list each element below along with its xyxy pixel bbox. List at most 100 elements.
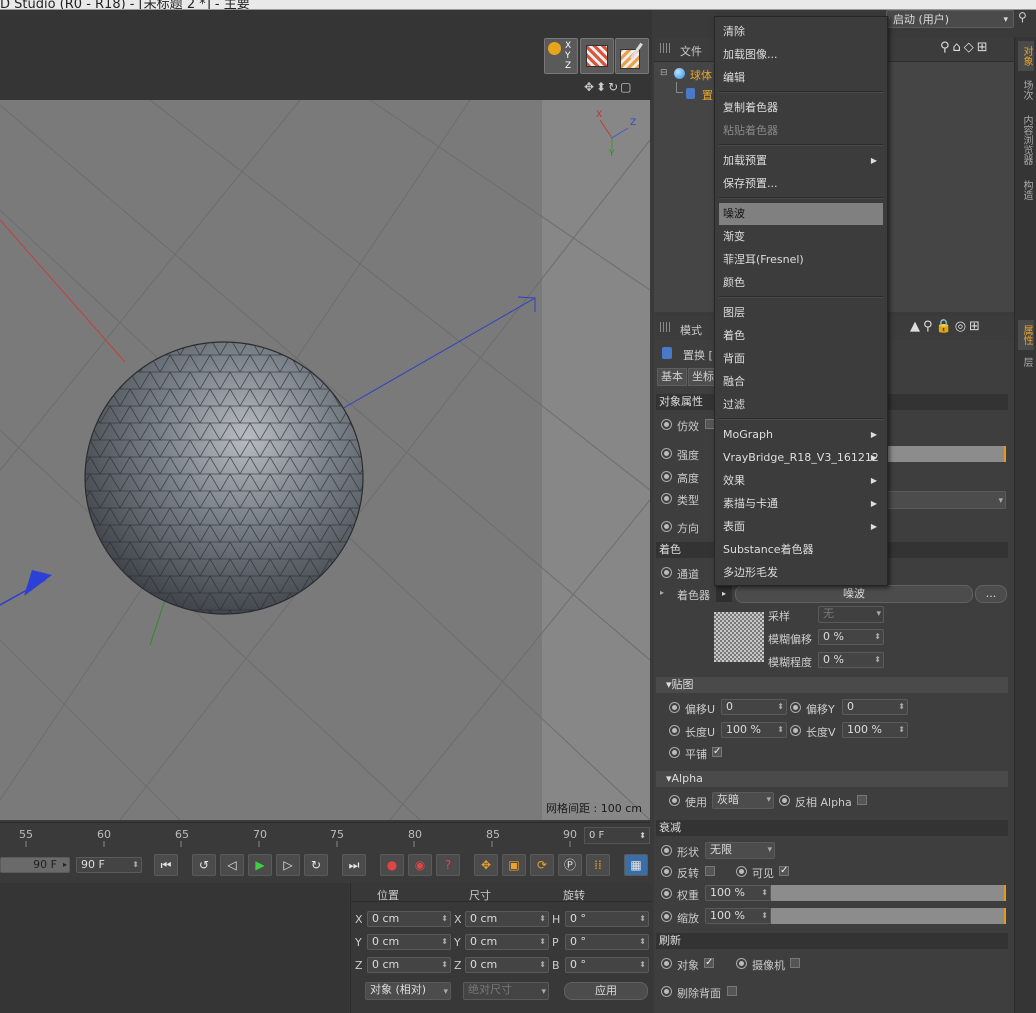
imitate-anim-dot[interactable] bbox=[661, 419, 672, 430]
backface-anim-dot[interactable] bbox=[661, 986, 672, 997]
scale-anim-dot[interactable] bbox=[661, 911, 672, 922]
menu-item-gradient[interactable]: 渐变 bbox=[719, 226, 883, 248]
offset-v-field[interactable]: 0 ⬍ bbox=[842, 699, 908, 715]
offset-v-anim-dot[interactable] bbox=[790, 702, 801, 713]
menu-item-sketch-toon[interactable]: 素描与卡通 ▶ bbox=[719, 493, 883, 515]
apply-button[interactable]: 应用 bbox=[564, 982, 648, 1000]
scale-key-icon[interactable]: ▣ bbox=[502, 854, 526, 876]
side-tab-content-browser[interactable]: 内容浏览器 bbox=[1018, 109, 1034, 171]
menu-item-mograph[interactable]: MoGraph ▶ bbox=[719, 424, 883, 446]
rotate-key-icon[interactable]: ⟳ bbox=[530, 854, 554, 876]
menu-item-poly-hair[interactable]: 多边形毛发 bbox=[719, 562, 883, 584]
invert-alpha-anim-dot[interactable] bbox=[779, 795, 790, 806]
menu-item-color[interactable]: 颜色 bbox=[719, 272, 883, 294]
menu-item-fusion[interactable]: 融合 bbox=[719, 371, 883, 393]
menu-item-filter[interactable]: 过滤 bbox=[719, 394, 883, 416]
scale-slider[interactable] bbox=[771, 908, 1006, 924]
side-tab-structure[interactable]: 构造 bbox=[1018, 175, 1034, 205]
shape-anim-dot[interactable] bbox=[661, 845, 672, 856]
end-frame-field[interactable]: 90 F ⬍ bbox=[76, 857, 142, 873]
direction-anim-dot[interactable] bbox=[661, 521, 672, 532]
play-button[interactable]: ▶ bbox=[248, 854, 272, 876]
record-key-icon[interactable]: ● bbox=[380, 854, 404, 876]
shader-button[interactable]: 噪波 bbox=[735, 585, 973, 603]
shader-more-button[interactable]: ... bbox=[975, 585, 1007, 603]
keyframe-selection-icon[interactable]: ? bbox=[436, 854, 460, 876]
menu-item-edit[interactable]: 编辑 bbox=[719, 67, 883, 89]
timeline-ruler[interactable]: 55 60 65 70 75 80 85 90 bbox=[0, 822, 650, 847]
om-toolbar-icons[interactable]: ⚲⌂◇⊞ bbox=[940, 40, 991, 55]
menu-item-fresnel[interactable]: 菲涅耳(Fresnel) bbox=[719, 249, 883, 271]
menu-item-save-preset[interactable]: 保存预置... bbox=[719, 173, 883, 195]
menu-file[interactable]: 文件 bbox=[680, 43, 702, 59]
search-icon[interactable]: ⚲ bbox=[1018, 10, 1036, 28]
use-anim-dot[interactable] bbox=[669, 795, 680, 806]
blur-scale-field[interactable]: 0 % ⬍ bbox=[818, 652, 884, 668]
weight-field[interactable]: 100 % ⬍ bbox=[705, 885, 771, 901]
length-u-field[interactable]: 100 % ⬍ bbox=[721, 722, 787, 738]
rot-p-field[interactable]: 0 ° ⬍ bbox=[565, 934, 649, 950]
strength-slider[interactable] bbox=[884, 446, 1006, 462]
menu-item-load-image[interactable]: 加载图像... bbox=[719, 44, 883, 66]
menu-item-noise[interactable]: 噪波 bbox=[719, 203, 883, 225]
menu-item-vraybridge[interactable]: VrayBridge_R18_V3_161212 ▶ bbox=[719, 447, 883, 469]
current-frame-field[interactable]: 0 F ⬍ bbox=[584, 827, 650, 844]
backface-checkbox[interactable] bbox=[727, 986, 737, 996]
scale-field[interactable]: 100 % ⬍ bbox=[705, 908, 771, 924]
texture-paint-icon[interactable] bbox=[615, 38, 649, 74]
size-z-field[interactable]: 0 cm ⬍ bbox=[465, 957, 549, 973]
side-tab-attributes[interactable]: 属性 bbox=[1018, 320, 1034, 350]
goto-start-button[interactable]: ⏮ bbox=[154, 854, 178, 876]
prev-key-button[interactable]: ↺ bbox=[192, 854, 216, 876]
menu-item-effects[interactable]: 效果 ▶ bbox=[719, 470, 883, 492]
next-key-button[interactable]: ↻ bbox=[304, 854, 328, 876]
menu-item-colorizer[interactable]: 着色 bbox=[719, 325, 883, 347]
goto-end-button[interactable]: ⏭ bbox=[342, 854, 366, 876]
visible-anim-dot[interactable] bbox=[736, 866, 747, 877]
move-key-icon[interactable]: ✥ bbox=[474, 854, 498, 876]
section-mapping[interactable]: ▾贴图 bbox=[656, 677, 1008, 693]
am-toolbar-icons[interactable]: ▲⚲🔒◎⊞ bbox=[910, 319, 983, 334]
tab-basic[interactable]: 基本 bbox=[657, 368, 687, 386]
menu-mode[interactable]: 模式 bbox=[680, 322, 702, 338]
timeline-icon[interactable]: ▦ bbox=[624, 854, 648, 876]
layout-select[interactable]: 启动 (用户) ▾ bbox=[886, 10, 1014, 28]
refresh-object-anim-dot[interactable] bbox=[661, 958, 672, 969]
pos-x-field[interactable]: 0 cm ⬍ bbox=[367, 911, 451, 927]
texture-mode-icon[interactable] bbox=[580, 38, 614, 74]
menu-item-copy-shader[interactable]: 复制着色器 bbox=[719, 97, 883, 119]
length-v-anim-dot[interactable] bbox=[790, 725, 801, 736]
refresh-object-checkbox[interactable]: ✓ bbox=[704, 958, 714, 968]
refresh-camera-checkbox[interactable] bbox=[790, 958, 800, 968]
type-select[interactable]: ▾ bbox=[884, 491, 1006, 509]
menu-item-substance[interactable]: Substance着色器 bbox=[719, 539, 883, 561]
section-alpha[interactable]: ▾Alpha bbox=[656, 771, 1008, 787]
object-sphere[interactable]: 球体 bbox=[690, 67, 712, 83]
invert-anim-dot[interactable] bbox=[661, 866, 672, 877]
next-frame-button[interactable]: ▷ bbox=[276, 854, 300, 876]
side-tab-layers[interactable]: 层 bbox=[1018, 353, 1034, 371]
rot-b-field[interactable]: 0 ° ⬍ bbox=[565, 957, 649, 973]
menu-item-surfaces[interactable]: 表面 ▶ bbox=[719, 516, 883, 538]
auto-key-icon[interactable]: ◉ bbox=[408, 854, 432, 876]
rot-h-field[interactable]: 0 ° ⬍ bbox=[565, 911, 649, 927]
menu-item-load-preset[interactable]: 加载预置 ▶ bbox=[719, 150, 883, 172]
preview-end-field[interactable]: 90 F ▸ bbox=[0, 857, 70, 873]
offset-u-field[interactable]: 0 ⬍ bbox=[721, 699, 787, 715]
sampling-select[interactable]: 无 ▾ bbox=[818, 606, 884, 623]
menu-item-clear[interactable]: 清除 bbox=[719, 21, 883, 43]
menu-item-backside[interactable]: 背面 bbox=[719, 348, 883, 370]
invert-checkbox[interactable] bbox=[705, 866, 715, 876]
side-tab-takes[interactable]: 场次 bbox=[1018, 75, 1034, 105]
blur-offset-field[interactable]: 0 % ⬍ bbox=[818, 629, 884, 645]
pos-z-field[interactable]: 0 cm ⬍ bbox=[367, 957, 451, 973]
pos-y-field[interactable]: 0 cm ⬍ bbox=[367, 934, 451, 950]
weight-slider[interactable] bbox=[771, 885, 1006, 901]
size-x-field[interactable]: 0 cm ⬍ bbox=[465, 911, 549, 927]
use-select[interactable]: 灰暗 ▾ bbox=[712, 792, 774, 809]
shader-menu-arrow[interactable]: ▸ bbox=[716, 586, 732, 602]
shape-select[interactable]: 无限 ▾ bbox=[705, 842, 775, 859]
menu-item-layer[interactable]: 图层 bbox=[719, 302, 883, 324]
invert-alpha-checkbox[interactable] bbox=[857, 795, 867, 805]
coord-mode-select[interactable]: 对象 (相对) ▾ bbox=[365, 982, 451, 1000]
